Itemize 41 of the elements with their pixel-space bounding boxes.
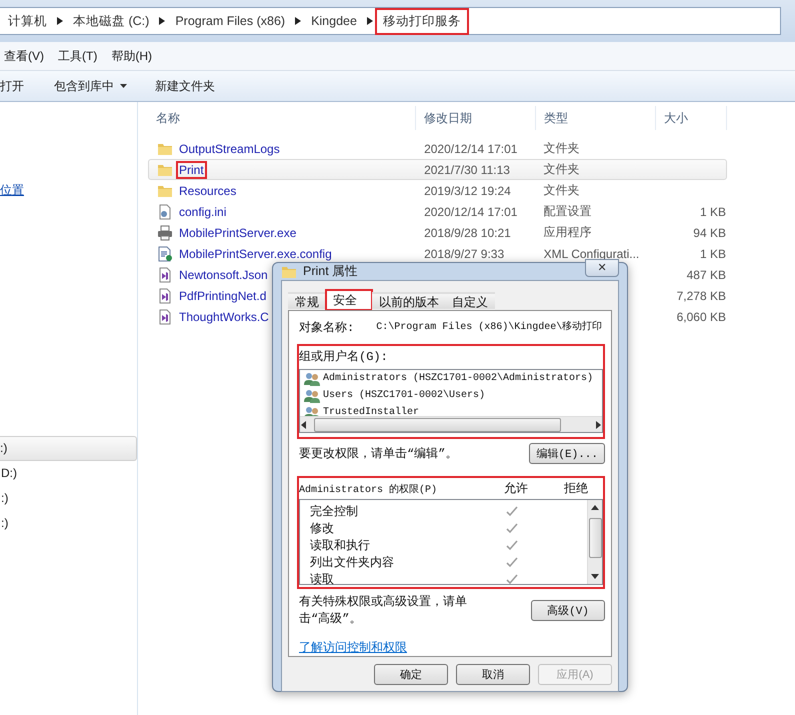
date-cell: 2019/3/12 19:24 (424, 184, 511, 198)
size-cell: 7,278 KB (676, 288, 726, 302)
permissions-label: Administrators 的权限(P) (299, 482, 438, 496)
type-cell: 文件夹 (544, 141, 580, 155)
type-cell: 应用程序 (544, 225, 592, 239)
file-name: MobilePrintServer.exe (178, 224, 298, 242)
advanced-hint: 有关特殊权限或高级设置，请单击“高级”。 (299, 594, 468, 627)
permission-name: 读取和执行 (310, 538, 371, 554)
size-cell: 94 KB (693, 226, 726, 240)
type-cell: 配置设置 (544, 204, 592, 218)
edit-hint: 要更改权限，请单击“编辑”。 (299, 446, 458, 462)
dialog-title: Print 属性 (303, 263, 360, 280)
date-cell: 2021/7/30 11:13 (424, 162, 510, 176)
file-name: ThoughtWorks.C (178, 308, 270, 326)
type-cell: 文件夹 (544, 183, 580, 197)
type-cell: XML Configurati... (544, 246, 640, 260)
size-cell: 487 KB (686, 268, 726, 282)
size-cell: 6,060 KB (676, 310, 726, 324)
permission-name: 完全控制 (310, 504, 359, 520)
size-cell: 1 KB (700, 204, 726, 218)
permission-name: 列出文件夹内容 (310, 555, 395, 571)
object-path: C:\Program Files (x86)\Kingdee\移动打印 (376, 320, 602, 335)
permission-name: 读取 (310, 572, 335, 588)
permission-name: 修改 (310, 521, 335, 537)
date-cell: 2020/12/14 17:01 (424, 204, 518, 218)
deny-header: 拒绝 (564, 481, 588, 497)
file-name: Print (176, 160, 207, 178)
size-cell: 1 KB (700, 246, 726, 260)
type-cell: 文件夹 (544, 162, 580, 176)
date-cell: 2020/12/14 17:01 (424, 142, 518, 156)
file-name: PdfPrintingNet.d (178, 288, 268, 304)
file-name: Resources (178, 182, 238, 200)
date-cell: 2018/9/28 10:21 (424, 226, 511, 240)
file-name: config.ini (178, 204, 228, 220)
file-name: MobilePrintServer.exe.config (178, 246, 333, 262)
file-name: Newtonsoft.Json (178, 266, 269, 284)
group-label: 组或用户名(G): (299, 350, 388, 364)
allow-header: 允许 (504, 481, 529, 497)
file-name: OutputStreamLogs (178, 140, 281, 158)
date-cell: 2018/9/27 9:33 (424, 246, 504, 260)
object-name-label: 对象名称: (299, 320, 354, 336)
